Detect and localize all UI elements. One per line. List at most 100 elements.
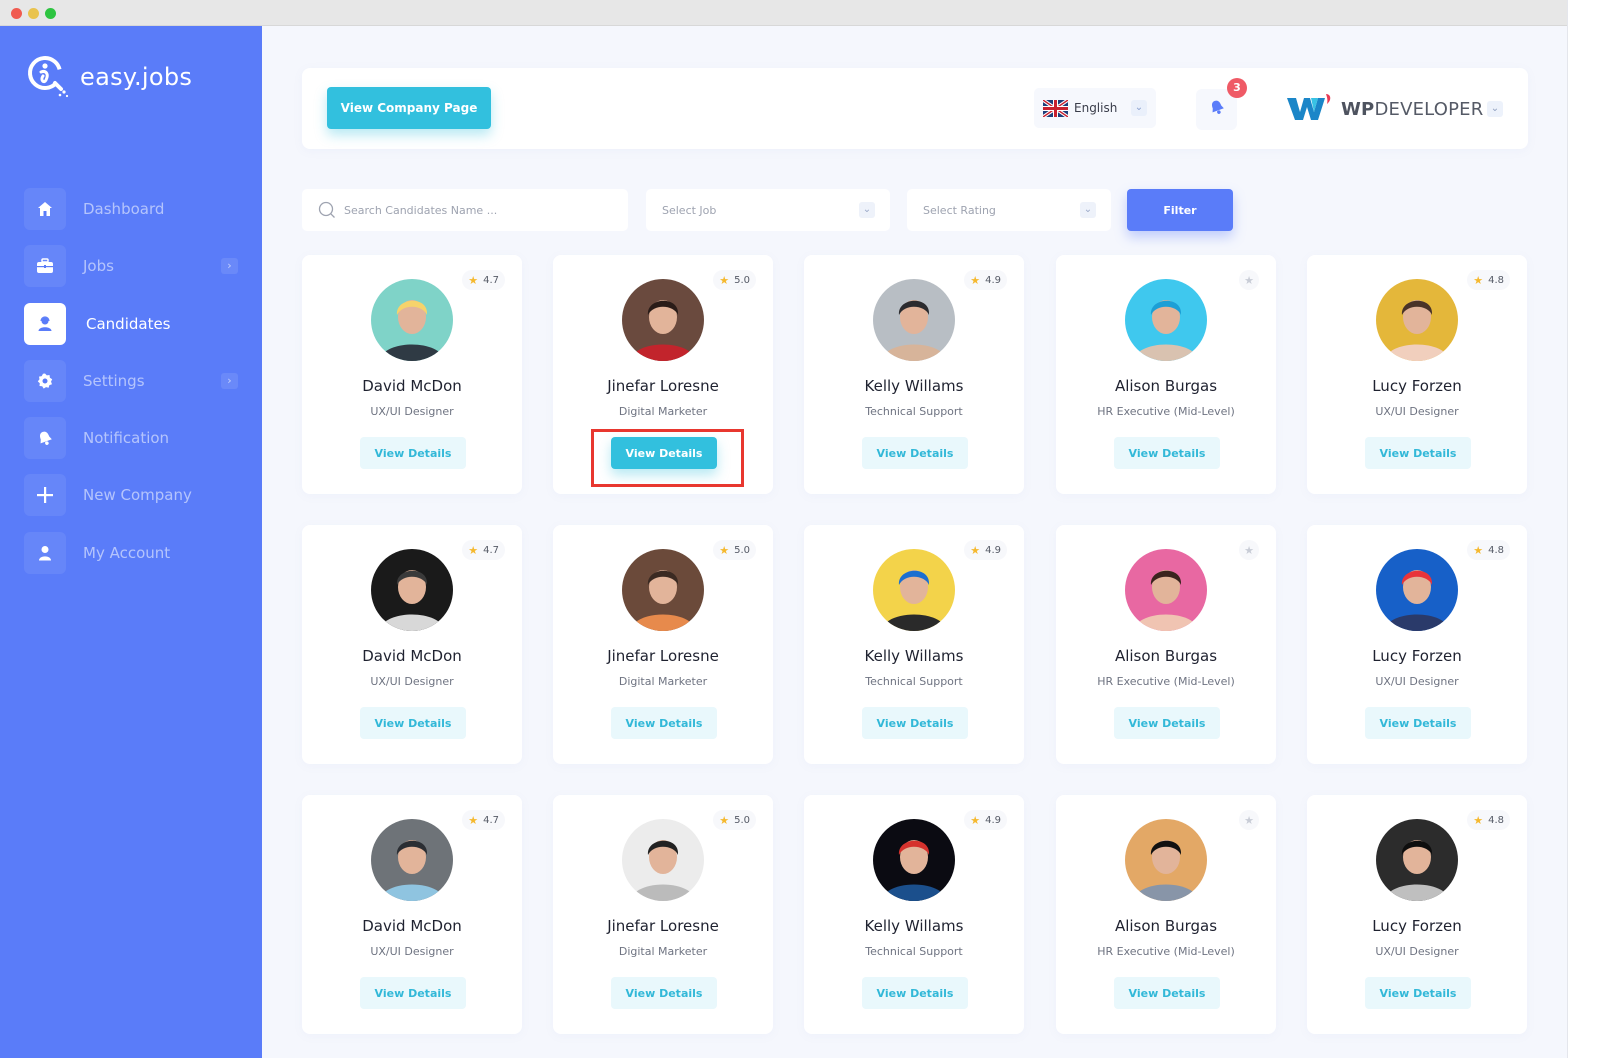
candidate-name: Alison Burgas (1114, 377, 1218, 395)
candidate-name: Kelly Willams (864, 917, 964, 935)
candidate-avatar[interactable] (371, 549, 453, 631)
sidebar-item-label: My Account (83, 543, 171, 562)
star-icon: ★ (970, 543, 981, 557)
rating-badge: ★ 4.8 (1467, 810, 1510, 830)
rating-badge: ★ 4.9 (964, 270, 1007, 290)
candidate-name: David McDon (362, 377, 462, 395)
chevron-right-icon[interactable]: › (221, 258, 238, 275)
sidebar-item-my-account[interactable]: My Account (24, 531, 244, 574)
search-icon (318, 201, 336, 219)
view-details-button[interactable]: View Details (360, 707, 466, 739)
view-details-button[interactable]: View Details (862, 977, 968, 1009)
rating-badge: ★ 4.7 (462, 540, 505, 560)
candidate-avatar[interactable] (371, 279, 453, 361)
view-details-button[interactable]: View Details (1114, 977, 1220, 1009)
candidate-card: ★ 4.7 David McDon UX/UI Designer View Detail… (302, 255, 522, 494)
candidate-avatar[interactable] (1376, 279, 1458, 361)
candidate-card: ★ 4.9 Kelly Willams Technical Support View D… (804, 795, 1024, 1034)
view-company-page-button[interactable]: View Company Page (327, 87, 491, 129)
rating-badge: ★ 4.7 (462, 810, 505, 830)
user-headset-icon (24, 302, 66, 345)
view-details-button[interactable]: View Details (611, 437, 717, 469)
candidate-avatar[interactable] (873, 279, 955, 361)
candidate-avatar[interactable] (873, 549, 955, 631)
candidate-avatar[interactable] (873, 819, 955, 901)
candidate-avatar[interactable] (622, 279, 704, 361)
sidebar-item-label: Jobs (83, 257, 114, 276)
minimize-window-button[interactable] (28, 8, 39, 19)
candidate-name: Jinefar Loresne (607, 377, 719, 395)
view-details-button[interactable]: View Details (1114, 437, 1220, 469)
candidate-name: Lucy Forzen (1372, 917, 1462, 935)
logo[interactable]: easy.jobs (24, 52, 192, 102)
company-switcher[interactable]: WPDEVELOPER (1287, 92, 1483, 126)
star-icon: ★ (1473, 813, 1484, 827)
search-box (302, 189, 628, 231)
candidate-avatar[interactable] (371, 819, 453, 901)
star-icon: ★ (1244, 543, 1254, 557)
rating-badge: ★ (1239, 810, 1259, 830)
sidebar-item-new-company[interactable]: New Company (24, 474, 244, 517)
candidate-card: ★ 4.8 Lucy Forzen UX/UI Designer View Detail… (1307, 255, 1527, 494)
candidate-role: Technical Support (865, 945, 963, 958)
view-details-button[interactable]: View Details (1365, 437, 1471, 469)
view-details-button[interactable]: View Details (611, 977, 717, 1009)
candidate-avatar[interactable] (622, 549, 704, 631)
candidate-name: Kelly Willams (864, 647, 964, 665)
star-icon: ★ (468, 813, 479, 827)
app-window: easy.jobs Dashboard Jobs › Candidates Se… (0, 0, 1568, 1058)
view-details-button[interactable]: View Details (611, 707, 717, 739)
candidate-avatar[interactable] (1125, 819, 1207, 901)
view-details-button[interactable]: View Details (1365, 707, 1471, 739)
sidebar-item-notification[interactable]: Notification (24, 417, 244, 460)
rating-value: 4.9 (985, 544, 1001, 556)
sidebar-item-label: Settings (83, 371, 145, 390)
language-selector[interactable]: English ⌄ (1034, 88, 1156, 128)
candidate-avatar[interactable] (622, 819, 704, 901)
rating-badge: ★ 4.8 (1467, 540, 1510, 560)
sidebar-item-dashboard[interactable]: Dashboard (24, 188, 244, 230)
chevron-right-icon[interactable]: › (221, 372, 238, 389)
view-details-button[interactable]: View Details (360, 977, 466, 1009)
candidate-avatar[interactable] (1376, 549, 1458, 631)
view-details-button[interactable]: View Details (862, 707, 968, 739)
star-icon: ★ (719, 813, 730, 827)
notification-count-badge: 3 (1227, 78, 1247, 98)
sidebar: easy.jobs Dashboard Jobs › Candidates Se… (0, 26, 262, 1058)
company-name: WPDEVELOPER (1341, 98, 1484, 120)
candidate-avatar[interactable] (1125, 549, 1207, 631)
candidate-role: HR Executive (Mid-Level) (1097, 675, 1235, 688)
star-icon: ★ (719, 543, 730, 557)
chevron-down-icon[interactable]: ⌄ (1487, 101, 1503, 117)
select-job-dropdown[interactable]: Select Job ⌄ (646, 189, 890, 231)
view-details-button[interactable]: View Details (862, 437, 968, 469)
view-details-button[interactable]: View Details (1365, 977, 1471, 1009)
sidebar-item-candidates[interactable]: Candidates (24, 302, 244, 345)
candidate-role: Technical Support (865, 675, 963, 688)
rating-badge: ★ (1239, 540, 1259, 560)
candidate-name: David McDon (362, 917, 462, 935)
candidate-card: ★ 5.0 Jinefar Loresne Digital Marketer View … (553, 525, 773, 764)
maximize-window-button[interactable] (45, 8, 56, 19)
candidate-card: ★ 4.7 David McDon UX/UI Designer View Detail… (302, 525, 522, 764)
view-details-button[interactable]: View Details (1114, 707, 1220, 739)
select-rating-dropdown[interactable]: Select Rating ⌄ (907, 189, 1111, 231)
star-icon: ★ (970, 273, 981, 287)
rating-value: 4.7 (483, 274, 499, 286)
close-window-button[interactable] (11, 8, 22, 19)
filter-button[interactable]: Filter (1127, 189, 1233, 231)
rating-value: 4.7 (483, 814, 499, 826)
candidate-avatar[interactable] (1125, 279, 1207, 361)
sidebar-item-settings[interactable]: Settings › (24, 359, 244, 402)
candidate-card: ★ Alison Burgas HR Executive (Mid-Level) Vi… (1056, 525, 1276, 764)
search-candidates-input[interactable] (344, 203, 604, 217)
rating-value: 4.8 (1488, 544, 1504, 556)
candidate-avatar[interactable] (1376, 819, 1458, 901)
candidate-role: Digital Marketer (618, 675, 708, 688)
view-details-button[interactable]: View Details (360, 437, 466, 469)
candidate-card: ★ 4.8 Lucy Forzen UX/UI Designer View Detail… (1307, 795, 1527, 1034)
rating-value: 4.8 (1488, 814, 1504, 826)
top-header: View Company Page English ⌄ 3 WPDEVELOPE… (302, 68, 1528, 149)
candidate-role: HR Executive (Mid-Level) (1097, 405, 1235, 418)
sidebar-item-jobs[interactable]: Jobs › (24, 245, 244, 288)
